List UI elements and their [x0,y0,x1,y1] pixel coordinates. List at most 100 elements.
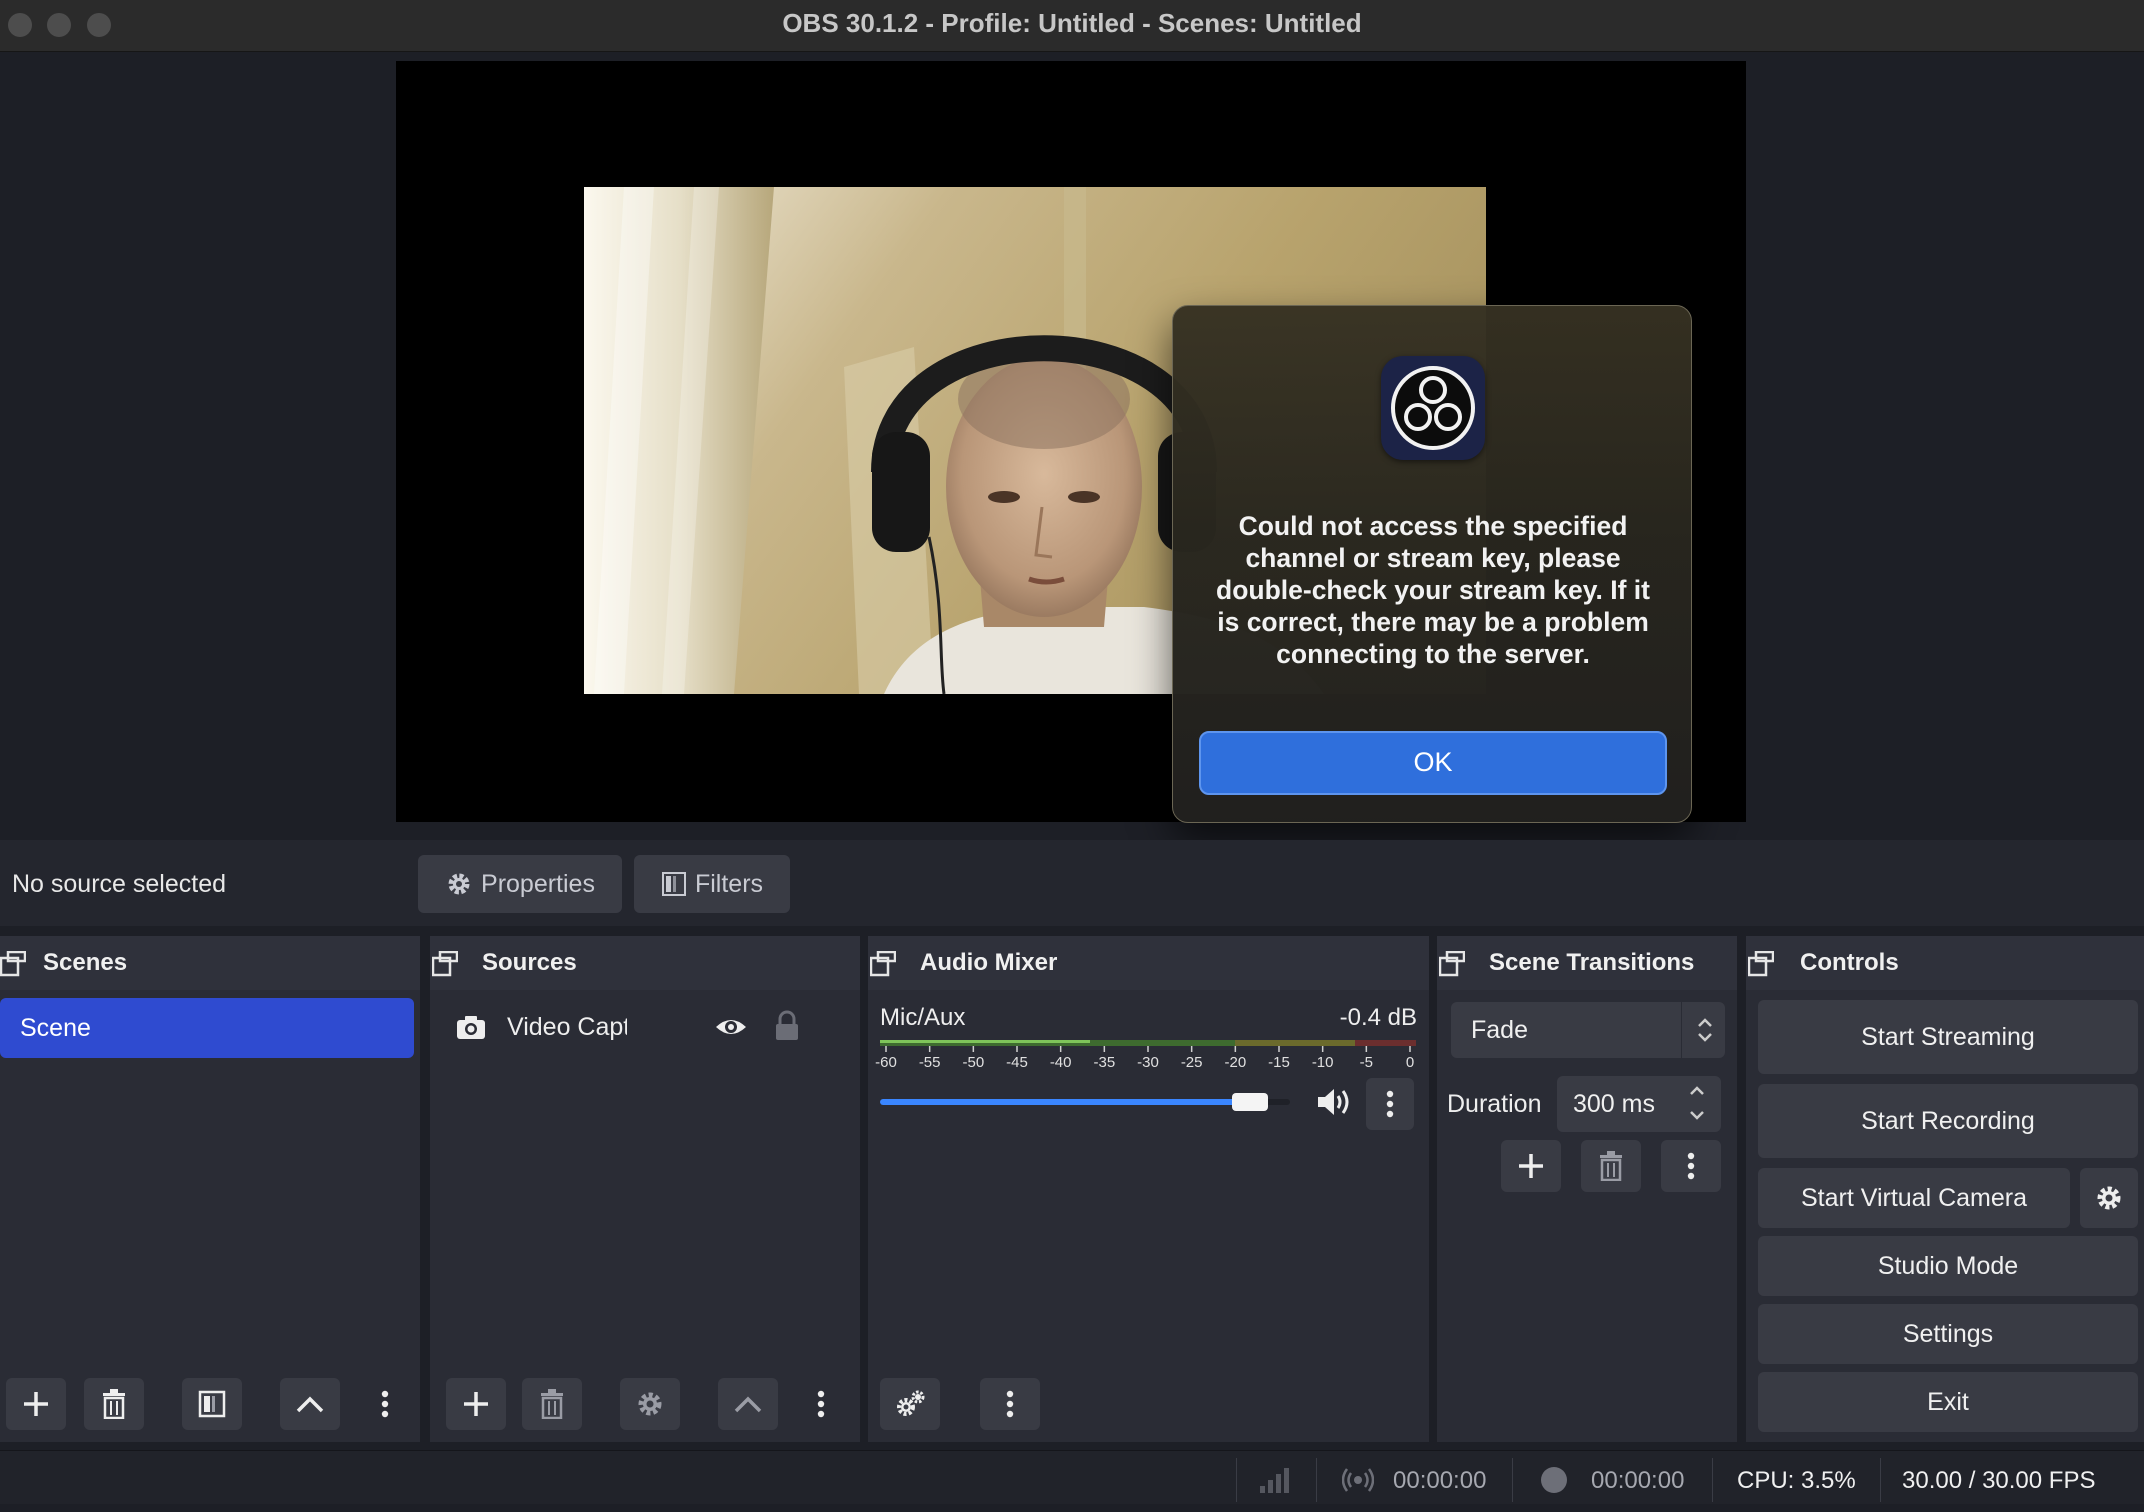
duration-value: 300 ms [1573,1090,1655,1118]
meter-tick [1016,1046,1018,1052]
exit-button[interactable]: Exit [1758,1372,2138,1432]
transition-more-menu-button[interactable] [1661,1140,1721,1192]
record-time: 00:00:00 [1591,1467,1685,1494]
gears-icon [894,1389,926,1419]
studio-mode-button[interactable]: Studio Mode [1758,1236,2138,1296]
dock-undock-icon[interactable] [1439,951,1465,977]
source-list-item[interactable]: Video Capture De [430,998,860,1056]
audio-mixer-title: Audio Mixer [920,949,1058,976]
meter-scale-label: -25 [1180,1054,1203,1071]
remove-transition-button[interactable] [1581,1140,1641,1192]
status-separator [1236,1458,1237,1502]
meter-scale-label: -20 [1224,1054,1247,1071]
dock-undock-icon[interactable] [1748,951,1774,977]
fps-readout: 30.00 / 30.00 FPS [1902,1467,2096,1494]
dock-undock-icon[interactable] [870,951,896,977]
meter-scale-label: -55 [918,1054,941,1071]
scene-transitions-dock-header: Scene Transitions [1437,936,1737,990]
start-virtual-camera-button[interactable]: Start Virtual Camera [1758,1168,2070,1228]
transition-select[interactable]: Fade [1451,1002,1725,1058]
meter-scale-label: -30 [1137,1054,1159,1071]
meter-scale-label: -45 [1006,1054,1028,1071]
virtual-camera-settings-button[interactable] [2080,1168,2138,1228]
add-transition-button[interactable] [1501,1140,1561,1192]
camera-icon [456,1014,486,1040]
sources-dock: Sources Video Capture De [430,936,860,1442]
visibility-eye-icon[interactable] [714,1014,748,1040]
ok-button[interactable]: OK [1199,731,1667,795]
filter-icon [198,1390,226,1418]
status-separator [1512,1458,1513,1502]
audio-mixer-more-menu-button[interactable] [980,1378,1040,1430]
start-recording-button[interactable]: Start Recording [1758,1084,2138,1158]
gear-icon [445,870,473,898]
volume-slider[interactable] [880,1091,1290,1115]
select-divider [1681,1002,1682,1058]
meter-scale-label: -5 [1359,1054,1373,1071]
scenes-title: Scenes [43,949,128,976]
streaming-status-icon [1342,1466,1374,1494]
advanced-audio-properties-button[interactable] [880,1378,940,1430]
properties-label: Properties [481,869,595,898]
channel-more-menu-button[interactable] [1366,1078,1414,1130]
scene-list-item[interactable]: Scene [0,998,414,1058]
dock-undock-icon[interactable] [432,951,458,977]
chevron-up-icon[interactable] [1687,1082,1707,1100]
chevron-up-icon [295,1394,325,1414]
scenes-dock-header: Scenes [0,936,420,990]
dock-undock-icon[interactable] [0,951,26,977]
status-separator [1880,1458,1881,1502]
settings-button[interactable]: Settings [1758,1304,2138,1364]
scene-transitions-title: Scene Transitions [1489,949,1695,976]
scene-filters-button[interactable] [182,1378,242,1430]
filter-icon [661,871,687,897]
sources-title: Sources [482,949,577,976]
stream-time: 00:00:00 [1393,1467,1487,1494]
duration-label: Duration [1447,1090,1542,1118]
trash-icon [100,1389,128,1419]
lock-icon[interactable] [774,1010,800,1042]
add-scene-button[interactable] [6,1378,66,1430]
add-source-button[interactable] [446,1378,506,1430]
move-scene-up-button[interactable] [280,1378,340,1430]
properties-button[interactable]: Properties [418,855,622,913]
source-name: Video Capture De [507,1013,627,1041]
volume-slider-handle[interactable] [1231,1093,1268,1111]
gear-icon [2094,1183,2124,1213]
source-properties-button[interactable] [620,1378,680,1430]
kebab-menu-icon [817,1390,825,1418]
meter-tick [972,1046,975,1052]
obs-logo-icon [1381,356,1485,460]
filters-button[interactable]: Filters [634,855,790,913]
dialog-message: Could not access the specified channel o… [1216,511,1650,669]
kebab-menu-icon [1006,1390,1014,1418]
trash-icon [538,1389,566,1419]
duration-spinbox[interactable]: 300 ms [1557,1076,1721,1132]
source-toolbar [0,840,2144,926]
audio-mixer-dock: Audio Mixer Mic/Aux -0.4 dB -60 -55 -50 -45… [868,936,1429,1442]
plus-icon [461,1389,491,1419]
remove-source-button[interactable] [522,1378,582,1430]
move-source-up-button[interactable] [718,1378,778,1430]
meter-tick [928,1046,931,1052]
speaker-icon[interactable] [1316,1086,1352,1118]
remove-scene-button[interactable] [84,1378,144,1430]
kebab-menu-icon [1386,1090,1394,1118]
meter-scale-label: -35 [1093,1054,1116,1071]
chevron-down-icon[interactable] [1687,1106,1707,1124]
gear-icon [635,1389,665,1419]
recording-status-icon [1540,1466,1568,1494]
meter-scale-label: -60 [875,1054,897,1071]
meter-tick [1103,1046,1106,1052]
meter-tick [1147,1046,1149,1052]
error-dialog: Could not access the specified channel o… [1172,305,1692,823]
scenes-more-menu-button[interactable] [370,1378,400,1430]
meter-scale-label: -15 [1268,1054,1290,1071]
sources-more-menu-button[interactable] [806,1378,836,1430]
start-streaming-button[interactable]: Start Streaming [1758,1000,2138,1074]
meter-tick [1365,1046,1368,1052]
meter-tick [1234,1046,1237,1052]
scene-transitions-dock: Scene Transitions Fade Duration 300 ms [1437,936,1737,1442]
network-signal-icon [1258,1466,1292,1494]
meter-tick [1321,1046,1324,1052]
